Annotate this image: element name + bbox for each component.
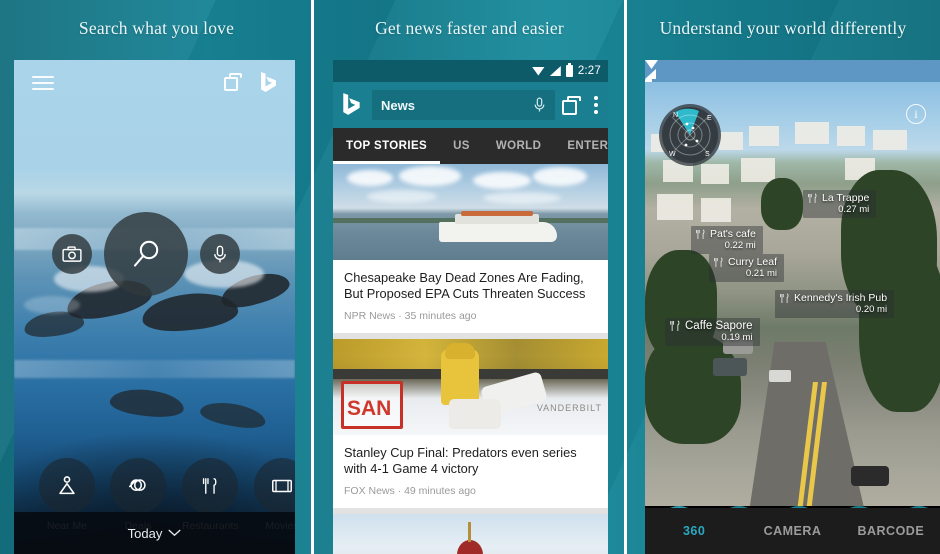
tab-top-stories[interactable]: TOP STORIES — [333, 128, 441, 164]
tab-us[interactable]: US — [440, 128, 483, 164]
deals-tag-icon — [110, 458, 166, 514]
screenshot-stage: Search what you love Today Get news fast… — [0, 0, 940, 554]
poi-name: Caffe Sapore — [685, 320, 753, 332]
svg-text:W: W — [669, 151, 676, 158]
status-bar-news: 2:27 — [333, 60, 608, 82]
status-bar-time: 2:27 — [577, 65, 601, 77]
overflow-menu-icon[interactable] — [588, 96, 600, 114]
panel-news: Get news faster and easier 2:27 News TOP… — [313, 0, 626, 554]
browser-tabs-icon[interactable] — [224, 73, 242, 91]
status-bar-lens: 2:27 — [645, 60, 940, 103]
tab-barcode[interactable]: BARCODE — [842, 524, 940, 538]
water-spray — [24, 296, 80, 314]
poi-label-la-trappe[interactable]: La Trappe 0.27 mi — [803, 190, 877, 218]
bing-logo-icon[interactable] — [341, 92, 365, 118]
fork-knife-icon — [182, 458, 238, 514]
microphone-search-button[interactable] — [200, 234, 240, 274]
news-title: Stanley Cup Final: Predators even series… — [344, 444, 577, 477]
panel-search-title: Search what you love — [78, 18, 235, 38]
wifi-icon — [645, 60, 658, 69]
street-camera-view[interactable]: N E S W i La Trappe 0.27 mi Pat's cafe 0… — [645, 82, 940, 506]
fork-knife-icon — [714, 257, 723, 267]
poi-distance: 0.27 mi — [838, 204, 870, 215]
poi-label-pats-cafe[interactable]: Pat's cafe 0.22 mi — [691, 226, 763, 254]
wifi-icon — [531, 66, 545, 76]
fork-knife-icon — [780, 293, 789, 303]
svg-text:N: N — [673, 112, 678, 119]
compass-radar-icon[interactable]: N E S W — [659, 104, 721, 166]
info-icon[interactable]: i — [906, 104, 926, 124]
poi-name: La Trappe — [822, 192, 870, 204]
poi-distance: 0.21 mi — [745, 268, 778, 279]
poi-distance: 0.20 mi — [855, 304, 888, 315]
fork-knife-icon — [670, 320, 680, 331]
news-title: Chesapeake Bay Dead Zones Are Fading, Bu… — [344, 270, 586, 302]
lens-bottom-tabs: 360 CAMERA BARCODE — [645, 508, 940, 554]
chevron-down-icon — [168, 529, 181, 537]
signal-icon — [549, 66, 561, 76]
wave-band — [14, 360, 295, 378]
camera-icon — [62, 246, 82, 262]
news-feed-list[interactable]: Chesapeake Bay Dead Zones Are Fading, Bu… — [333, 164, 608, 554]
tab-entertainment[interactable]: ENTERTAINME — [554, 128, 608, 164]
fork-knife-icon — [696, 229, 705, 239]
dolphin-shape — [108, 386, 186, 420]
magnifier-icon — [133, 240, 159, 267]
browser-tabs-icon[interactable] — [562, 95, 581, 115]
camera-search-button[interactable] — [52, 234, 92, 274]
search-topbar — [14, 60, 295, 104]
church-spire — [468, 521, 471, 542]
news-thumbnail-hockey: SAN VANDERBILT — [333, 338, 608, 435]
near-me-pin-icon — [39, 458, 95, 514]
today-footer-bar[interactable]: Today — [14, 512, 295, 554]
fork-knife-icon — [808, 193, 817, 203]
panel-lens: Understand your world differently 2:27 — [626, 0, 940, 554]
hamburger-menu-icon[interactable] — [32, 76, 54, 90]
bing-logo-icon[interactable] — [259, 71, 279, 93]
news-card[interactable]: SAN VANDERBILT Stanley Cup Final: Predat… — [333, 338, 608, 508]
poi-distance: 0.19 mi — [721, 332, 753, 343]
battery-icon — [565, 63, 573, 77]
church-dome — [457, 539, 483, 554]
news-meta: FOX News · 49 minutes ago — [344, 484, 476, 497]
news-card[interactable] — [333, 513, 608, 554]
panel-news-title: Get news faster and easier — [375, 18, 564, 38]
voice-search-main-button[interactable] — [104, 212, 188, 296]
poi-label-caffe-sapore[interactable]: Caffe Sapore 0.19 mi — [665, 318, 760, 346]
news-category-tabs: TOP STORIES US WORLD ENTERTAINME — [333, 128, 608, 164]
tab-360[interactable]: 360 — [645, 524, 743, 538]
poi-name: Kennedy's Irish Pub — [794, 292, 888, 304]
panel-search: Search what you love Today — [0, 0, 313, 554]
microphone-icon[interactable] — [533, 97, 546, 113]
poi-label-curry-leaf[interactable]: Curry Leaf 0.21 mi — [709, 254, 785, 282]
news-card[interactable]: Chesapeake Bay Dead Zones Are Fading, Bu… — [333, 164, 608, 333]
tab-camera[interactable]: CAMERA — [743, 524, 841, 538]
news-app-bar: News — [333, 82, 608, 128]
poi-name: Curry Leaf — [728, 256, 778, 268]
search-input-value: News — [381, 97, 415, 113]
panel-lens-title: Understand your world differently — [659, 18, 907, 38]
poi-label-kennedys-irish-pub[interactable]: Kennedy's Irish Pub 0.20 mi — [775, 290, 895, 318]
film-strip-icon — [254, 458, 295, 514]
phone-mockup-search: Near Me Deals — [14, 60, 295, 554]
news-thumbnail-church — [333, 513, 608, 554]
search-input[interactable]: News — [372, 90, 555, 120]
dolphin-shape — [198, 398, 268, 432]
news-thumbnail-bay — [333, 164, 608, 260]
news-meta: NPR News · 35 minutes ago — [344, 309, 477, 322]
today-label: Today — [127, 525, 163, 541]
poi-distance: 0.22 mi — [724, 240, 756, 251]
microphone-icon — [214, 245, 226, 262]
poi-name: Pat's cafe — [710, 228, 756, 240]
phone-mockup-lens: 2:27 — [645, 60, 940, 554]
svg-text:S: S — [705, 151, 710, 158]
phone-mockup-news: 2:27 News TOP STORIES US WORLD ENTER Che… — [333, 60, 608, 554]
tab-world[interactable]: WORLD — [483, 128, 554, 164]
svg-text:E: E — [707, 115, 712, 122]
